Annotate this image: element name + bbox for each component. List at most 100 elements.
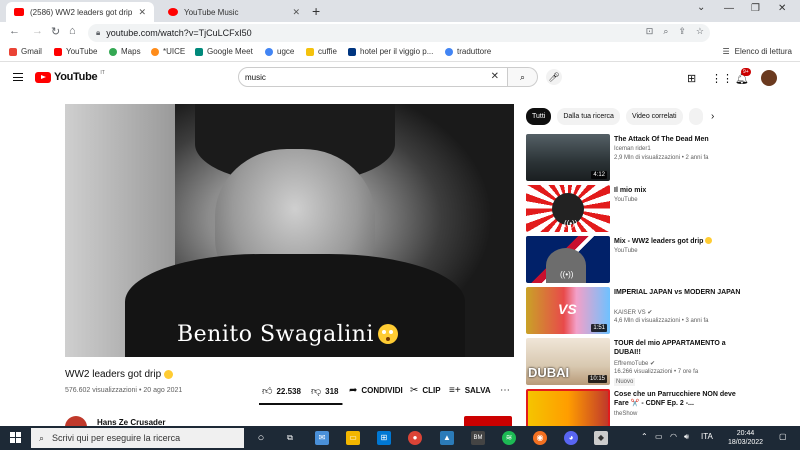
language-indicator[interactable]: ITA — [701, 432, 713, 441]
create-video-icon[interactable]: ⊞ — [687, 72, 696, 85]
recommendation-channel[interactable]: KAISER VS ✔ — [614, 309, 652, 316]
recommendation-item[interactable]: ((•)) Mix - WW2 leaders got drip YouTube — [526, 236, 756, 284]
account-avatar[interactable] — [761, 70, 777, 86]
bookmark-maps[interactable]: Maps — [109, 47, 141, 56]
minimize-icon[interactable]: — — [724, 3, 734, 14]
youtube-logo[interactable]: YouTube IT — [35, 70, 105, 83]
recommendation-channel[interactable]: EffremoTube ✔ — [614, 360, 655, 367]
recommendation-title[interactable]: Mix - WW2 leaders got drip — [614, 237, 746, 246]
microsoft-store-icon[interactable]: ⊞ — [377, 431, 391, 445]
recommendation-channel[interactable]: YouTube — [614, 197, 638, 203]
like-ratio-fill — [259, 403, 342, 405]
recommendation-channel[interactable]: theShow — [614, 411, 637, 417]
reading-list-icon: ☰ — [722, 47, 730, 56]
share-button[interactable]: ➦ CONDIVIDI — [349, 385, 403, 396]
taskbar-search-input[interactable]: ⌕ Scrivi qui per eseguire la ricerca — [31, 428, 244, 448]
windows-start-icon[interactable] — [10, 432, 22, 444]
url-text: youtube.com/watch?v=TjCuLCFxI50 — [106, 28, 252, 38]
network-icon[interactable]: ▭ — [655, 432, 663, 441]
reading-list[interactable]: ☰ Elenco di lettura — [722, 47, 792, 56]
file-explorer-icon[interactable]: ▭ — [346, 431, 360, 445]
app-bm-icon[interactable]: BM — [471, 431, 485, 445]
bookmark-ugce[interactable]: ugce — [265, 47, 294, 56]
wifi-icon[interactable]: ◠ — [670, 432, 677, 441]
video-thumbnail[interactable]: DUBAI 10:15 — [526, 338, 610, 385]
recommendation-title[interactable]: The Attack Of The Dead Men — [614, 135, 746, 144]
search-button[interactable]: ⌕ — [508, 67, 538, 87]
volume-icon[interactable]: 🔊︎ — [684, 432, 689, 442]
chrome-icon[interactable]: ● — [408, 431, 422, 445]
bookmark-traduttore[interactable]: traduttore — [445, 47, 491, 56]
close-tab-icon[interactable]: ✕ — [292, 7, 300, 18]
tab-video[interactable]: (2586) WW2 leaders got drip ✕ — [6, 2, 154, 22]
notification-center-icon[interactable]: ▢ — [779, 432, 787, 441]
bookmark-star-icon[interactable]: ☆ — [696, 26, 704, 37]
system-clock[interactable]: 20:44 18/03/2022 — [728, 429, 763, 447]
youtube-play-icon — [35, 71, 51, 83]
clip-button[interactable]: ✂ CLIP — [410, 385, 441, 396]
bookmark-hotel[interactable]: hotel per il viggio p... — [348, 47, 433, 56]
mix-thumbnail[interactable]: ((•)) — [526, 236, 610, 283]
chip-dalla-tua-ricerca[interactable]: Dalla tua ricerca — [557, 108, 620, 125]
recommendation-channel[interactable]: YouTube — [614, 248, 638, 254]
tray-chevron-up-icon[interactable]: ⌃ — [641, 432, 648, 441]
chevron-right-icon[interactable]: › — [711, 111, 714, 122]
recommendation-item[interactable]: VS 1:51 IMPERIAL JAPAN vs MODERN JAPAN K… — [526, 287, 756, 335]
video-thumbnail[interactable]: VS 1:51 — [526, 287, 610, 334]
voice-search-icon[interactable]: 🎤︎ — [546, 69, 562, 85]
close-window-icon[interactable]: ✕ — [778, 3, 786, 14]
recommendation-item[interactable]: ((•)) Il mio mix YouTube — [526, 185, 756, 233]
tab-youtube-music[interactable]: YouTube Music ✕ — [160, 2, 308, 22]
reload-icon[interactable]: ↻ — [51, 25, 60, 38]
browser-tab-strip: (2586) WW2 leaders got drip ✕ YouTube Mu… — [0, 0, 800, 22]
zoom-icon[interactable]: ⌕ — [663, 26, 668, 37]
recommendation-channel[interactable]: Iceman rider1 — [614, 146, 651, 152]
chevron-down-icon[interactable]: ⌄ — [697, 2, 705, 13]
youtube-favicon-icon — [14, 8, 24, 16]
duration-badge: 1:51 — [591, 324, 607, 332]
address-bar[interactable]: 🔒︎ youtube.com/watch?v=TjCuLCFxI50 ⊡ ⌕ ⇪… — [88, 24, 710, 42]
recommendation-item[interactable]: DUBAI 10:15 TOUR del mio APPARTAMENTO a … — [526, 338, 756, 386]
recommendation-title[interactable]: IMPERIAL JAPAN vs MODERN JAPAN — [614, 288, 746, 297]
save-button[interactable]: ≡+ SALVA — [449, 385, 491, 396]
install-icon[interactable]: ⊡ — [646, 26, 654, 37]
hamburger-menu-icon[interactable] — [13, 73, 23, 81]
apps-icon[interactable]: ⋮⋮ — [711, 72, 733, 85]
bookmark-youtube[interactable]: YouTube — [54, 47, 97, 56]
bookmark-gmail[interactable]: Gmail — [9, 47, 42, 56]
recommendation-title[interactable]: Il mio mix — [614, 186, 746, 195]
video-thumbnail[interactable]: 4:12 — [526, 134, 610, 181]
mix-thumbnail[interactable]: ((•)) — [526, 185, 610, 232]
restore-icon[interactable]: ❐ — [751, 3, 760, 14]
roblox-icon[interactable]: ◆ — [594, 431, 608, 445]
flame-icon — [151, 47, 159, 56]
photos-icon[interactable]: ▲ — [440, 431, 454, 445]
video-player[interactable]: Benito Swagalini — [65, 104, 514, 357]
close-tab-icon[interactable]: ✕ — [138, 7, 146, 18]
new-tab-button[interactable]: + — [312, 3, 320, 19]
discord-icon[interactable]: ◕ — [564, 431, 578, 445]
clear-search-icon[interactable]: ✕ — [491, 71, 499, 82]
chip-tutti[interactable]: Tutti — [526, 108, 552, 125]
dislike-button[interactable]: 👎︎ 318 — [311, 385, 339, 397]
recommendation-title[interactable]: Cose che un Parrucchiere NON deve Fare ✂… — [614, 390, 746, 408]
back-icon[interactable]: ← — [9, 25, 20, 37]
chip-more[interactable] — [688, 108, 703, 125]
mail-icon[interactable]: ✉ — [315, 431, 329, 445]
share-icon[interactable]: ⇪ — [678, 26, 686, 37]
bookmark-google-meet[interactable]: Google Meet — [195, 47, 253, 56]
home-icon[interactable]: ⌂ — [69, 25, 76, 37]
cortana-icon[interactable]: ○ — [254, 431, 268, 445]
bookmark-cuffie[interactable]: cuffie — [306, 47, 337, 56]
spotify-icon[interactable]: ≋ — [502, 431, 516, 445]
more-actions-icon[interactable]: ⋯ — [500, 385, 510, 396]
bookmark-uice[interactable]: *UICE — [151, 47, 185, 56]
task-view-icon[interactable]: ⧉ — [283, 431, 297, 445]
recommendation-item[interactable]: 4:12 The Attack Of The Dead Men Iceman r… — [526, 134, 756, 182]
app-orange-icon[interactable]: ◉ — [533, 431, 547, 445]
search-input[interactable]: music ✕ — [238, 67, 508, 87]
recommendation-title[interactable]: TOUR del mio APPARTAMENTO a DUBAI!! — [614, 339, 746, 357]
chip-video-correlati[interactable]: Video correlati — [625, 108, 683, 125]
like-button[interactable]: 👍︎ 22.538 — [262, 385, 301, 397]
forward-icon[interactable]: → — [32, 25, 43, 37]
